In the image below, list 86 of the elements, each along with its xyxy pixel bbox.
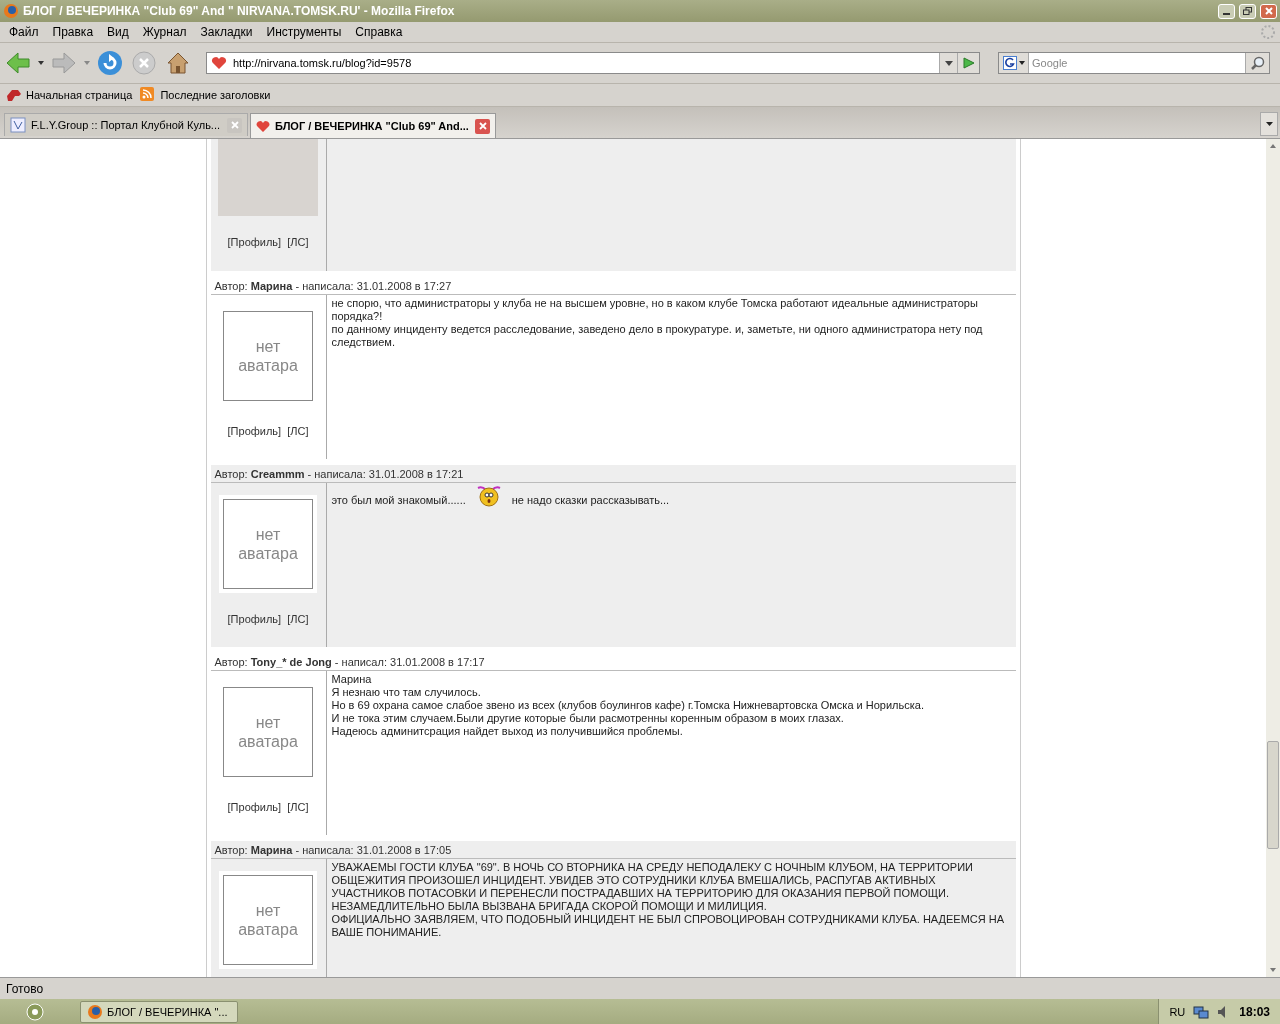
caret-icon[interactable] xyxy=(1018,61,1025,65)
minimize-button[interactable] xyxy=(1218,3,1235,19)
profile-link[interactable]: [Профиль] xyxy=(227,423,282,440)
close-icon xyxy=(478,122,487,130)
profile-link[interactable]: [ЛС] xyxy=(287,799,309,816)
throbber-icon xyxy=(1260,24,1276,40)
clock: 18:03 xyxy=(1239,1004,1270,1021)
profile-link[interactable]: [Профиль] xyxy=(227,234,282,251)
post-text: ОФИЦИАЛЬНО ЗАЯВЛЯЕМ, ЧТО ПОДОБНЫЙ ИНЦИДЕНТ НЕ БЫЛ СПРОВОЦИРОВАН СОТРУДНИКАМИ КЛУБА. НАДЕЕМСЯ НА ВАШЕ ПОНИМАНИЕ. xyxy=(331,913,1006,939)
close-button[interactable] xyxy=(1260,3,1277,19)
firefox-icon xyxy=(87,1004,103,1020)
restore-icon xyxy=(1243,7,1252,15)
post-text: не надо сказки рассказывать... xyxy=(511,494,670,507)
taskbar-button[interactable]: БЛОГ / ВЕЧЕРИНКА "... xyxy=(80,1001,238,1023)
browser-tab[interactable]: БЛОГ / ВЕЧЕРИНКА "Club 69" And... xyxy=(250,113,496,138)
caret-icon xyxy=(944,60,953,66)
status-text: Готово xyxy=(6,980,44,998)
menu-item[interactable]: Справка xyxy=(348,23,410,41)
language-indicator[interactable]: RU xyxy=(1169,1003,1186,1021)
google-logo-icon[interactable] xyxy=(1002,56,1017,70)
post-text: по данному инциденту ведется расследование, заведено дело в прокуратуре. и, заметьте, ни одного администратора нету под следствием. xyxy=(331,323,984,349)
address-bar[interactable]: http://nirvana.tomsk.ru/blog?id=9578 xyxy=(206,52,980,74)
close-icon xyxy=(1264,7,1273,15)
no-avatar-label: нет аватара xyxy=(238,525,298,563)
search-icon xyxy=(1250,56,1265,70)
menu-item[interactable]: Закладки xyxy=(193,23,260,41)
no-avatar-label: нет аватара xyxy=(238,713,298,751)
search-button[interactable] xyxy=(1245,53,1269,73)
post-header: Автор: Creammm - написала: 31.01.2008 в 17:21 xyxy=(210,465,1016,483)
menu-item[interactable]: Инструменты xyxy=(259,23,349,41)
window-title: БЛОГ / ВЕЧЕРИНКА "Club 69" And " NIRVANA.TOMSK.RU' - Mozilla Firefox xyxy=(23,3,456,20)
post-header: Автор: Марина - написала: 31.01.2008 в 17:27 xyxy=(210,277,1016,295)
scrollbar[interactable] xyxy=(1266,139,1280,977)
windows-logo-icon xyxy=(26,1003,44,1021)
bookmark-link[interactable]: Начальная страница xyxy=(6,86,133,104)
page-icon xyxy=(10,117,26,133)
address-field[interactable]: http://nirvana.tomsk.ru/blog?id=9578 xyxy=(231,54,939,72)
scrollbar-thumb[interactable] xyxy=(1267,741,1279,849)
post-header: Автор: Tony_* de Jong - написал: 31.01.2008 в 17:17 xyxy=(210,653,1016,671)
tab-close-button[interactable] xyxy=(475,118,490,134)
post-text: Я незнаю что там случилось. xyxy=(331,686,481,699)
tab-list-button[interactable] xyxy=(1260,112,1278,136)
post-header: Автор: Марина - написала: 31.01.2008 в 17:05 xyxy=(210,841,1016,859)
profile-link[interactable]: [Профиль] xyxy=(227,611,282,628)
profile-link[interactable]: [ЛС] xyxy=(287,611,309,628)
house-icon xyxy=(166,51,190,75)
post-text: Но в 69 охрана самое слабое звено из всех (клубов боулингов кафе) г.Томска Нижневартовска Омска и Норильска. xyxy=(331,699,924,712)
stop-button[interactable] xyxy=(130,49,158,77)
bookmark-link[interactable]: Последние заголовки xyxy=(140,86,271,104)
caret-icon xyxy=(1265,122,1273,126)
stop-icon xyxy=(132,51,156,75)
close-icon xyxy=(230,121,239,129)
profile-link[interactable]: [ЛС] xyxy=(287,423,309,440)
restore-button[interactable] xyxy=(1239,3,1256,19)
firefox-icon xyxy=(3,3,19,19)
post-text: Надеюсь админитсрация найдет выход из получившийся проблемы. xyxy=(331,725,683,738)
no-avatar-label: нет аватара xyxy=(238,901,298,939)
menu-item[interactable]: Вид xyxy=(100,23,136,41)
profile-link[interactable]: [Профиль] xyxy=(227,799,282,816)
browser-tab[interactable]: F.L.Y.Group :: Портал Клубной Куль... xyxy=(4,113,248,136)
reload-button[interactable] xyxy=(96,49,124,77)
menu-item[interactable]: Правка xyxy=(45,23,101,41)
search-bar[interactable]: Google xyxy=(998,52,1270,74)
rss-icon xyxy=(140,87,157,103)
post-text: И не тока этим случаем.Были другие которые были расмотренны коренным образом в моих глазах. xyxy=(331,712,844,725)
post-text: Марина xyxy=(331,673,372,686)
profile-link[interactable]: [ЛС] xyxy=(287,234,309,251)
menu-item[interactable]: Журнал xyxy=(135,23,194,41)
heart-icon xyxy=(211,56,227,70)
dropdown-button[interactable] xyxy=(939,53,957,73)
reload-icon xyxy=(97,50,123,76)
menu-item[interactable]: Файл xyxy=(2,23,46,41)
minimize-icon xyxy=(1223,12,1230,15)
network-icon[interactable] xyxy=(1193,1005,1210,1019)
back-arrow-icon xyxy=(6,52,30,74)
post-text: УВАЖАЕМЫ ГОСТИ КЛУБА "69". В НОЧЬ СО ВТОРНИКА НА СРЕДУ НЕПОДАЛЕКУ С НОЧНЫМ КЛУБОМ, НА ТЕРРИТОРИИ ОБЩЕЖИТИЯ ПРОИЗОШЕЛ ИНЦИДЕНТ. УВИДЕВ ЭТО СОТРУДНИКИ КЛУБА ВМЕШАЛИСЬ, РАСПУГАВ АКТИВНЫХ УЧАСТНИКОВ ПОТАСОВКИ И ПЕРЕНЕСЛИ ПОСТРАДАВШИХ НА ТЕРРИТОРИЮ ДЛЯ ОКАЗАНИЯ ПЕРВОЙ ПОМОЩИ. НЕЗАМЕДЛИТЕЛЬНО БЫЛА ВЫЗВАНА БРИГАДА СКОРОЙ ПОМОЩИ И МИЛИЦИЯ. xyxy=(331,861,974,913)
play-arrow-icon xyxy=(962,57,975,69)
forward-arrow-icon xyxy=(52,52,76,74)
go-button[interactable] xyxy=(957,53,979,73)
search-field[interactable]: Google xyxy=(1029,54,1245,72)
post-text: не спорю, что администраторы у клуба не на высшем уровне, но в каком клубе Томска работают идеальные администраторы порядка?! xyxy=(331,297,979,323)
back-button[interactable] xyxy=(4,50,32,76)
heart-icon xyxy=(256,119,270,133)
no-avatar-label: нет аватара xyxy=(238,337,298,375)
post-text: это был мой знакомый...... xyxy=(331,494,466,507)
dropdown-icon[interactable] xyxy=(38,61,44,65)
